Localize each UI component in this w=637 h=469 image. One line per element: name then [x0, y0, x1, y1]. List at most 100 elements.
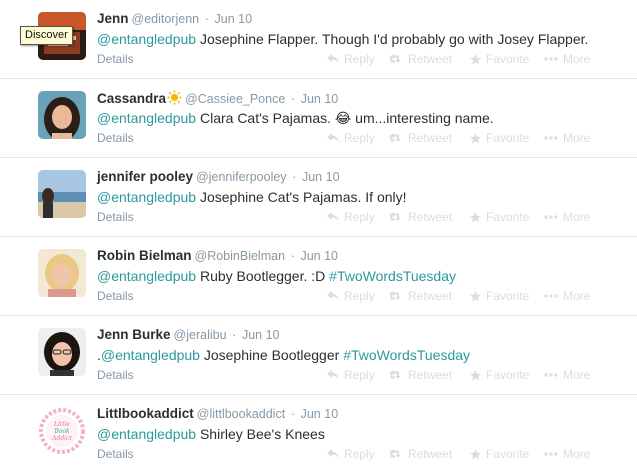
timestamp[interactable]: Jun 10 — [301, 92, 339, 106]
timestamp[interactable]: Jun 10 — [242, 328, 280, 342]
favorite-button[interactable]: Favorite — [470, 210, 529, 224]
more-button[interactable]: More — [544, 368, 590, 382]
tweet-body: Josephine Flapper. Though I'd probably g… — [196, 31, 589, 47]
user-handle[interactable]: @editorjenn — [132, 12, 200, 26]
sun-icon — [167, 90, 182, 109]
retweet-button[interactable]: Retweet — [389, 131, 452, 145]
tweet-actions: Reply Retweet Favorite More — [327, 368, 637, 382]
timestamp[interactable]: Jun 10 — [302, 170, 340, 184]
separator-dot: · — [292, 170, 297, 184]
star-icon — [470, 448, 481, 460]
reply-label: Reply — [344, 210, 375, 224]
favorite-button[interactable]: Favorite — [470, 368, 529, 382]
mention-link[interactable]: @entangledpub — [101, 347, 200, 363]
tweet-item[interactable]: jennifer pooley @jenniferpooley · Jun 10 … — [0, 158, 637, 237]
tweet-item[interactable]: Cassandra @Cassiee_Ponce · Jun 10 @entang… — [0, 79, 637, 158]
user-name[interactable]: jennifer pooley — [97, 169, 193, 184]
user-handle[interactable]: @littlbookaddict — [197, 407, 285, 421]
star-icon — [470, 53, 481, 65]
hashtag-link[interactable]: #TwoWordsTuesday — [329, 268, 456, 284]
reply-label: Reply — [344, 447, 375, 461]
more-label: More — [563, 447, 591, 461]
avatar-image — [38, 249, 86, 297]
hashtag-link[interactable]: #TwoWordsTuesday — [343, 347, 470, 363]
more-button[interactable]: More — [544, 131, 590, 145]
details-link[interactable]: Details — [97, 447, 134, 461]
tweet-text: @entangledpub Josephine Flapper. Though … — [97, 30, 588, 48]
more-dots-icon — [544, 215, 558, 219]
user-name[interactable]: Cassandra — [97, 91, 166, 106]
user-name[interactable]: Robin Bielman — [97, 248, 192, 263]
reply-button[interactable]: Reply — [327, 289, 375, 303]
user-handle[interactable]: @jenniferpooley — [196, 170, 287, 184]
avatar[interactable]: Little Book Addict — [38, 407, 86, 455]
tweet-body: Josephine Cat's Pajamas. If only! — [196, 189, 407, 205]
mention-link[interactable]: @entangledpub — [97, 426, 196, 442]
more-button[interactable]: More — [544, 447, 590, 461]
more-label: More — [563, 52, 591, 66]
mention-link[interactable]: @entangledpub — [97, 110, 196, 126]
favorite-button[interactable]: Favorite — [470, 52, 529, 66]
star-icon — [470, 290, 481, 302]
favorite-button[interactable]: Favorite — [470, 447, 529, 461]
retweet-button[interactable]: Retweet — [389, 52, 452, 66]
favorite-label: Favorite — [486, 289, 530, 303]
favorite-label: Favorite — [486, 368, 530, 382]
favorite-button[interactable]: Favorite — [470, 289, 529, 303]
more-label: More — [563, 368, 591, 382]
timestamp[interactable]: Jun 10 — [215, 12, 253, 26]
avatar[interactable] — [38, 170, 86, 218]
details-link[interactable]: Details — [97, 52, 134, 66]
mention-link[interactable]: @entangledpub — [97, 268, 196, 284]
favorite-label: Favorite — [486, 52, 530, 66]
reply-button[interactable]: Reply — [327, 447, 375, 461]
retweet-button[interactable]: Retweet — [389, 289, 452, 303]
favorite-button[interactable]: Favorite — [470, 131, 529, 145]
reply-label: Reply — [344, 368, 375, 382]
tweet-body: Shirley Bee's Knees — [196, 426, 325, 442]
user-name[interactable]: Littlbookaddict — [97, 406, 194, 421]
retweet-label: Retweet — [408, 52, 453, 66]
user-handle[interactable]: @Cassiee_Ponce — [185, 92, 285, 106]
user-name[interactable]: Jenn Burke — [97, 327, 171, 342]
tweet-item[interactable]: Robin Bielman @RobinBielman · Jun 10 @ent… — [0, 237, 637, 316]
reply-label: Reply — [344, 131, 375, 145]
retweet-button[interactable]: Retweet — [389, 210, 452, 224]
more-dots-icon — [544, 294, 558, 298]
reply-icon — [327, 449, 339, 459]
retweet-icon — [389, 291, 403, 301]
reply-button[interactable]: Reply — [327, 210, 375, 224]
details-link[interactable]: Details — [97, 289, 134, 303]
details-link[interactable]: Details — [97, 131, 134, 145]
user-name[interactable]: Jenn — [97, 11, 129, 26]
reply-button[interactable]: Reply — [327, 368, 375, 382]
retweet-button[interactable]: Retweet — [389, 447, 452, 461]
tweet-item[interactable]: Jenn @editorjenn · Jun 10 @entangledpub J… — [0, 0, 637, 79]
details-link[interactable]: Details — [97, 210, 134, 224]
logo-line-1: Little — [53, 421, 71, 428]
details-link[interactable]: Details — [97, 368, 134, 382]
more-dots-icon — [544, 136, 558, 140]
avatar[interactable] — [38, 328, 86, 376]
avatar[interactable] — [38, 91, 86, 139]
star-icon — [470, 369, 481, 381]
more-dots-icon — [544, 57, 558, 61]
user-handle[interactable]: @jeralibu — [174, 328, 227, 342]
user-handle[interactable]: @RobinBielman — [195, 249, 286, 263]
retweet-button[interactable]: Retweet — [389, 368, 452, 382]
avatar[interactable] — [38, 249, 86, 297]
more-button[interactable]: More — [544, 52, 590, 66]
mention-link[interactable]: @entangledpub — [97, 31, 196, 47]
mention-link[interactable]: @entangledpub — [97, 189, 196, 205]
more-button[interactable]: More — [544, 289, 590, 303]
more-button[interactable]: More — [544, 210, 590, 224]
timestamp[interactable]: Jun 10 — [300, 249, 338, 263]
reply-button[interactable]: Reply — [327, 52, 375, 66]
separator-dot: · — [204, 12, 209, 26]
reply-button[interactable]: Reply — [327, 131, 375, 145]
tweet-item[interactable]: Little Book Addict Littlbookaddict @littl… — [0, 395, 637, 469]
retweet-icon — [389, 212, 403, 222]
tweet-body: Ruby Bootlegger. :D — [196, 268, 330, 284]
timestamp[interactable]: Jun 10 — [301, 407, 339, 421]
tweet-item[interactable]: Jenn Burke @jeralibu · Jun 10 .@entangled… — [0, 316, 637, 395]
